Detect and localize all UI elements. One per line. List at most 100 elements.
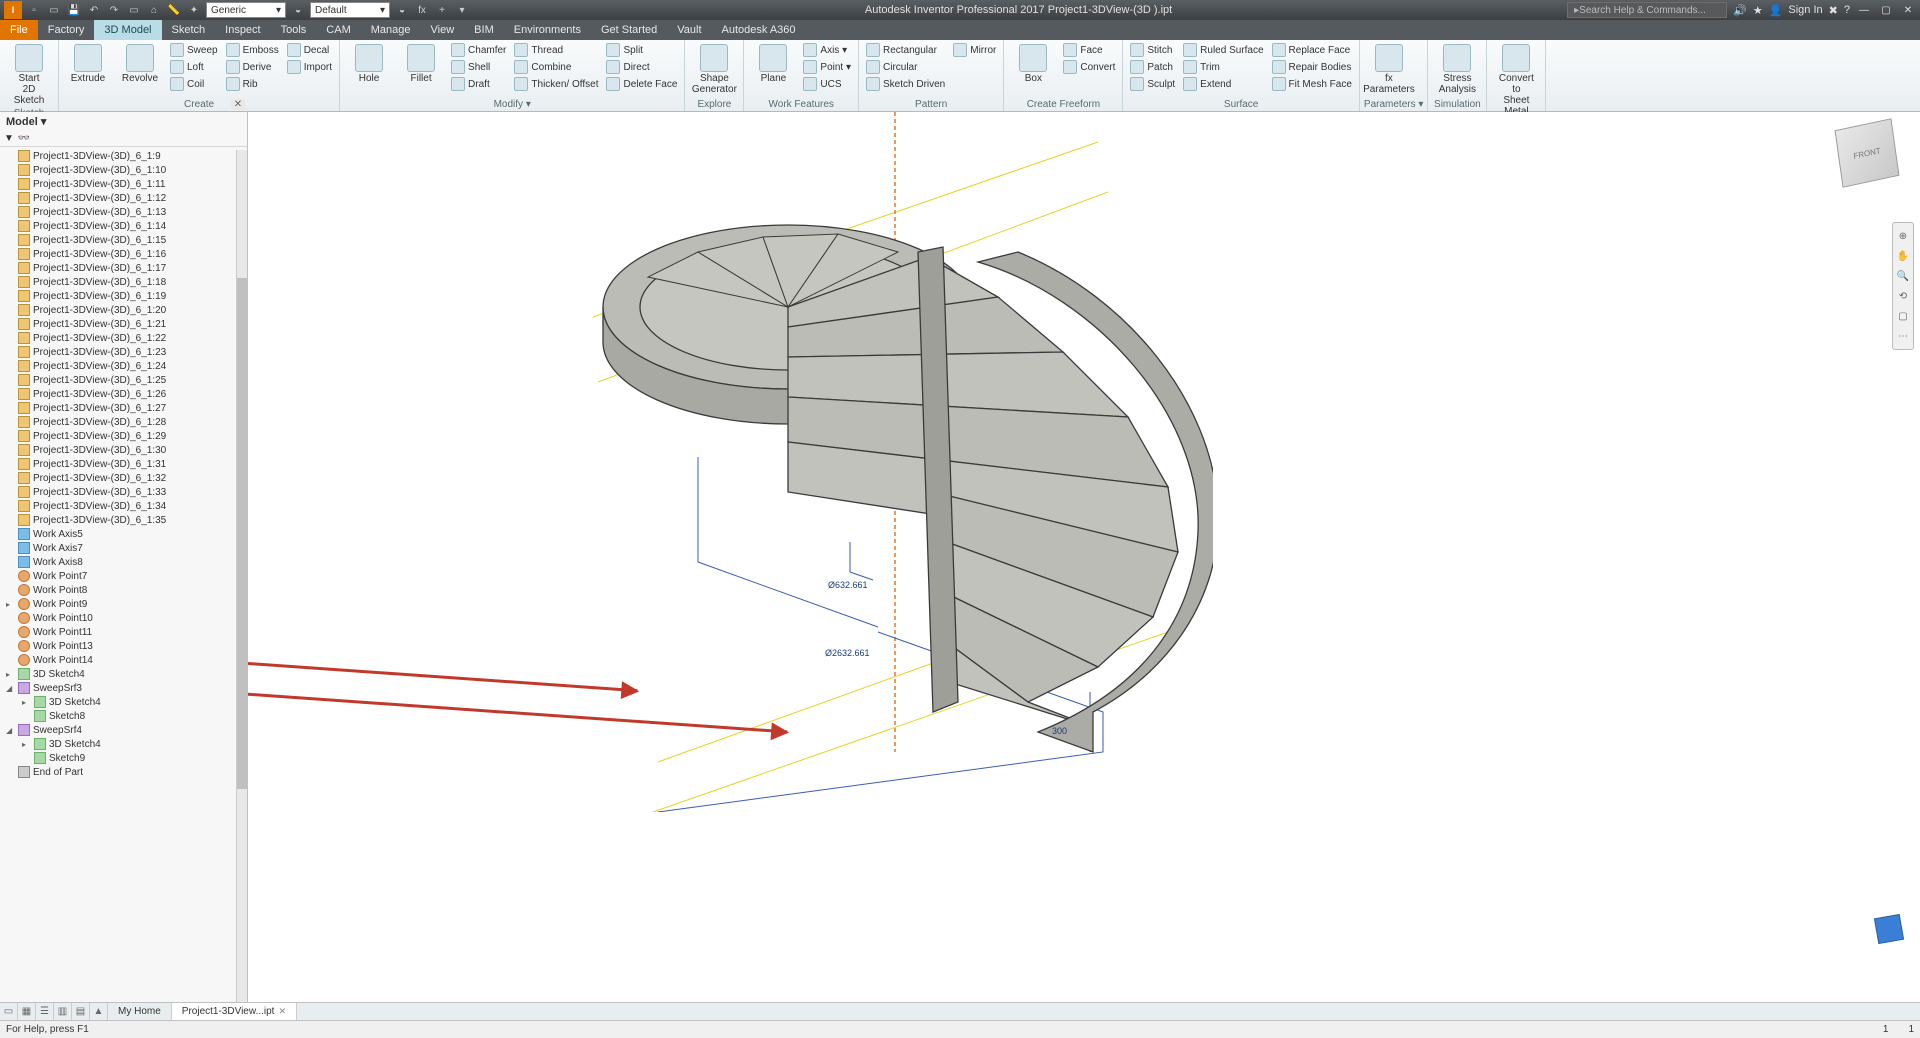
tab-vault[interactable]: Vault [667, 20, 711, 40]
tree-item-project1-3dview-3d-6-1-20[interactable]: Project1-3DView-(3D)_6_1:20 [0, 303, 247, 317]
tree-item-project1-3dview-3d-6-1-17[interactable]: Project1-3DView-(3D)_6_1:17 [0, 261, 247, 275]
qat-swatch-icon[interactable]: ◒ [290, 2, 306, 18]
tree-item-sketch8[interactable]: Sketch8 [0, 709, 247, 723]
tab-autodesk-a360[interactable]: Autodesk A360 [712, 20, 806, 40]
stitch-button[interactable]: Stitch [1127, 42, 1178, 58]
rib-button[interactable]: Rib [223, 76, 282, 92]
tab-sketch[interactable]: Sketch [162, 20, 216, 40]
tab-inspect[interactable]: Inspect [215, 20, 270, 40]
tree-item-project1-3dview-3d-6-1-28[interactable]: Project1-3DView-(3D)_6_1:28 [0, 415, 247, 429]
tab-factory[interactable]: Factory [38, 20, 95, 40]
tree-item-sweepsrf3[interactable]: ◢SweepSrf3 [0, 681, 247, 695]
tab-active-document[interactable]: Project1-3DView...ipt✕ [172, 1003, 297, 1020]
combine-button[interactable]: Combine [511, 59, 601, 75]
rectangular-button[interactable]: Rectangular [863, 42, 948, 58]
ucs-button[interactable]: UCS [800, 76, 854, 92]
revolve-button[interactable]: Revolve [115, 42, 165, 86]
hole-button[interactable]: Hole [344, 42, 394, 86]
autodesk-cube-icon[interactable] [1874, 914, 1904, 944]
browser-close-button[interactable]: ✕ [231, 99, 245, 110]
tree-item-project1-3dview-3d-6-1-34[interactable]: Project1-3DView-(3D)_6_1:34 [0, 499, 247, 513]
tree-item-3d-sketch4[interactable]: ▸3D Sketch4 [0, 667, 247, 681]
import-button[interactable]: Import [284, 59, 335, 75]
tree-item-3d-sketch4[interactable]: ▸3D Sketch4 [0, 737, 247, 751]
tree-item-work-axis7[interactable]: Work Axis7 [0, 541, 247, 555]
tree-item-project1-3dview-3d-6-1-32[interactable]: Project1-3DView-(3D)_6_1:32 [0, 471, 247, 485]
layout-vtile-icon[interactable]: ▥ [54, 1003, 72, 1020]
qat-measure-icon[interactable]: 📏 [166, 2, 182, 18]
ruled-surface-button[interactable]: Ruled Surface [1180, 42, 1266, 58]
viewcube[interactable]: FRONT [1835, 118, 1900, 188]
close-button[interactable]: ✕ [1900, 2, 1916, 18]
tree-item-project1-3dview-3d-6-1-16[interactable]: Project1-3DView-(3D)_6_1:16 [0, 247, 247, 261]
tab-cam[interactable]: CAM [316, 20, 360, 40]
tree-item-project1-3dview-3d-6-1-21[interactable]: Project1-3DView-(3D)_6_1:21 [0, 317, 247, 331]
tree-item-project1-3dview-3d-6-1-22[interactable]: Project1-3DView-(3D)_6_1:22 [0, 331, 247, 345]
repair-bodies-button[interactable]: Repair Bodies [1269, 59, 1355, 75]
viewport[interactable]: FRONT ⊕ ✋ 🔍 ⟲ ▢ ⋯ [248, 112, 1920, 1002]
minimize-button[interactable]: — [1856, 2, 1872, 18]
qat-swatch2-icon[interactable]: ◒ [394, 2, 410, 18]
tab-environments[interactable]: Environments [504, 20, 591, 40]
qat-select-icon[interactable]: ▭ [126, 2, 142, 18]
emboss-button[interactable]: Emboss [223, 42, 282, 58]
browser-tree[interactable]: Project1-3DView-(3D)_6_1:9Project1-3DVie… [0, 147, 247, 1002]
expander-icon[interactable]: ▸ [6, 600, 15, 609]
shell-button[interactable]: Shell [448, 59, 509, 75]
circular-button[interactable]: Circular [863, 59, 948, 75]
help-search-input[interactable]: ▸ Search Help & Commands... [1567, 2, 1727, 18]
nav-zoom-icon[interactable]: 🔍 [1895, 267, 1911, 285]
exchange-icon[interactable]: ✖ [1829, 4, 1838, 17]
tree-item-project1-3dview-3d-6-1-19[interactable]: Project1-3DView-(3D)_6_1:19 [0, 289, 247, 303]
sign-in-link[interactable]: Sign In [1788, 4, 1822, 16]
tree-item-work-point14[interactable]: Work Point14 [0, 653, 247, 667]
tree-item-sketch9[interactable]: Sketch9 [0, 751, 247, 765]
tree-item-project1-3dview-3d-6-1-11[interactable]: Project1-3DView-(3D)_6_1:11 [0, 177, 247, 191]
trim-button[interactable]: Trim [1180, 59, 1266, 75]
direct-button[interactable]: Direct [603, 59, 680, 75]
chamfer-button[interactable]: Chamfer [448, 42, 509, 58]
tab-3d-model[interactable]: 3D Model [94, 20, 161, 40]
tab-view[interactable]: View [421, 20, 465, 40]
tree-item-project1-3dview-3d-6-1-23[interactable]: Project1-3DView-(3D)_6_1:23 [0, 345, 247, 359]
nav-pan-icon[interactable]: ✋ [1895, 247, 1911, 265]
layout-list-icon[interactable]: ▤ [72, 1003, 90, 1020]
tab-my-home[interactable]: My Home [108, 1003, 172, 1020]
sculpt-button[interactable]: Sculpt [1127, 76, 1178, 92]
tree-item-project1-3dview-3d-6-1-18[interactable]: Project1-3DView-(3D)_6_1:18 [0, 275, 247, 289]
filter-icon[interactable]: ▼ [4, 133, 14, 144]
loft-button[interactable]: Loft [167, 59, 221, 75]
shape-generator-button[interactable]: ShapeGenerator [689, 42, 739, 97]
scrollbar-thumb[interactable] [237, 278, 247, 789]
tree-item-project1-3dview-3d-6-1-29[interactable]: Project1-3DView-(3D)_6_1:29 [0, 429, 247, 443]
qat-misc-icon[interactable]: ✦ [186, 2, 202, 18]
qat-plus-icon[interactable]: + [434, 2, 450, 18]
tab-bim[interactable]: BIM [464, 20, 504, 40]
point--button[interactable]: Point ▾ [800, 59, 854, 75]
nav-more-icon[interactable]: ⋯ [1895, 327, 1911, 345]
start-2d-sketch-button[interactable]: Start2D Sketch [4, 42, 54, 108]
extrude-button[interactable]: Extrude [63, 42, 113, 86]
nav-orbit-icon[interactable]: ⟲ [1895, 287, 1911, 305]
qat-save-icon[interactable]: 💾 [66, 2, 82, 18]
tree-item-sweepsrf4[interactable]: ◢SweepSrf4 [0, 723, 247, 737]
plane-button[interactable]: Plane [748, 42, 798, 86]
qat-new-icon[interactable]: ▫ [26, 2, 42, 18]
coil-button[interactable]: Coil [167, 76, 221, 92]
fx-parameters-button[interactable]: fxParameters [1364, 42, 1414, 97]
tree-item-project1-3dview-3d-6-1-24[interactable]: Project1-3DView-(3D)_6_1:24 [0, 359, 247, 373]
axis--button[interactable]: Axis ▾ [800, 42, 854, 58]
sketch-driven-button[interactable]: Sketch Driven [863, 76, 948, 92]
mirror-button[interactable]: Mirror [950, 42, 999, 58]
browser-scrollbar[interactable] [236, 150, 247, 1002]
tab-tools[interactable]: Tools [271, 20, 317, 40]
decal-button[interactable]: Decal [284, 42, 335, 58]
tree-item-work-point9[interactable]: ▸Work Point9 [0, 597, 247, 611]
tree-item-3d-sketch4[interactable]: ▸3D Sketch4 [0, 695, 247, 709]
help-icon[interactable]: ? [1844, 4, 1850, 16]
tree-item-work-point8[interactable]: Work Point8 [0, 583, 247, 597]
layout-single-icon[interactable]: ▭ [0, 1003, 18, 1020]
tree-item-project1-3dview-3d-6-1-25[interactable]: Project1-3DView-(3D)_6_1:25 [0, 373, 247, 387]
tab-manage[interactable]: Manage [361, 20, 421, 40]
split-button[interactable]: Split [603, 42, 680, 58]
